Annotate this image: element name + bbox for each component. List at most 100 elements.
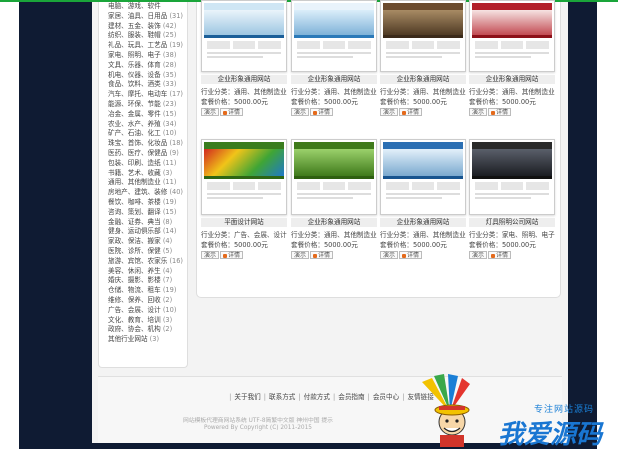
detail-button[interactable]: 详情 [488,108,512,116]
detail-button[interactable]: 详情 [220,251,244,259]
template-thumbnail[interactable] [291,0,377,72]
category-count: (2) [162,295,173,304]
category-label: 电脑、游戏、软件 [108,2,161,10]
category-item[interactable]: 旅游、宾馆、农家乐 (16) [108,257,183,267]
category-item[interactable]: 矿产、石油、化工 (10) [108,129,183,139]
template-price: 套餐价格：5000.00元 [469,98,536,106]
category-item[interactable]: 广告、会展、设计 (10) [108,306,183,316]
category-item[interactable]: 食品、饮料、酒类 (33) [108,80,183,90]
category-item[interactable]: 其他行业网站 (3) [108,335,183,345]
page-frame: 电脑、游戏、软件 家居、油具、日用品 (31) 建材、五金、装饰 (42) 纺织、服… [19,0,597,449]
template-industry: 行业分类：通用、其他制造业 [380,88,466,96]
category-item[interactable]: 医药、医疗、保健品 (9) [108,149,183,159]
category-item[interactable]: 政府、协会、机构 (2) [108,325,183,335]
footer-link[interactable]: 会员中心 [373,393,399,401]
footer-link[interactable]: 关于我们 [234,393,260,401]
category-count: (3) [162,168,173,177]
template-thumbnail[interactable] [380,139,466,215]
detail-button-label: 详情 [496,109,509,116]
category-item[interactable]: 包装、印刷、造纸 (11) [108,159,183,169]
footer-link[interactable]: 会员指南 [338,393,364,401]
detail-button[interactable]: 详情 [399,251,423,259]
detail-button[interactable]: 详情 [310,251,334,259]
category-item[interactable]: 家电、照明、电子 (38) [108,51,183,61]
category-count: (15) [162,109,177,118]
category-item[interactable]: 医院、诊所、保健 (5) [108,247,183,257]
detail-button-label: 详情 [228,109,241,116]
preview-button[interactable]: 演示 [380,251,399,259]
category-item[interactable]: 金融、证券、典当 (8) [108,218,183,228]
category-label: 健身、运动俱乐部 [108,227,161,236]
watermark-logo [422,374,470,447]
template-thumbnail[interactable] [201,139,287,215]
template-title[interactable]: 企业形象通用网站 [291,75,377,84]
preview-button[interactable]: 演示 [291,108,310,116]
template-title[interactable]: 灯具照明公司网站 [469,218,555,227]
category-item[interactable]: 通用、其他制造业 (11) [108,178,183,188]
category-item[interactable]: 家政、保洁、搬家 (4) [108,237,183,247]
template-thumbnail[interactable] [469,0,555,72]
thumbnail-image [383,142,463,212]
detail-button-label: 详情 [407,109,420,116]
footer-link[interactable]: 联系方式 [269,393,295,401]
category-item[interactable]: 美容、休闲、养生 (4) [108,267,183,277]
category-item[interactable]: 咨询、策划、翻译 (15) [108,208,183,218]
category-count: (38) [162,50,177,59]
footer-link[interactable]: 付款方式 [304,393,330,401]
template-industry: 行业分类：通用、其他制造业 [291,88,377,96]
category-item[interactable]: 文具、乐器、体育 (28) [108,61,183,71]
category-item[interactable]: 文化、教育、培训 (3) [108,316,183,326]
template-title[interactable]: 企业形象通用网站 [380,75,466,84]
preview-button[interactable]: 演示 [469,251,488,259]
category-item[interactable]: 电脑、游戏、软件 [108,2,183,12]
detail-button[interactable]: 详情 [220,108,244,116]
template-title[interactable]: 平面设计网站 [201,218,287,227]
template-card: 企业形象通用网站 行业分类：通用、其他制造业 套餐价格：5000.00元 演示 详情 [201,0,287,116]
template-thumbnail[interactable] [291,139,377,215]
template-thumbnail[interactable] [469,139,555,215]
preview-button[interactable]: 演示 [201,251,220,259]
template-title[interactable]: 企业形象通用网站 [380,218,466,227]
detail-button[interactable]: 详情 [488,251,512,259]
template-title[interactable]: 企业形象通用网站 [469,75,555,84]
category-count: (7) [162,276,173,285]
template-card: 平面设计网站 行业分类：广告、会展、设计 套餐价格：5000.00元 演示 详情 [201,139,287,259]
category-item[interactable]: 餐饮、咖啡、茶楼 (19) [108,198,183,208]
category-item[interactable]: 婚庆、摄影、影楼 (7) [108,276,183,286]
thumbnail-image [204,142,284,212]
category-label: 书籍、艺术、收藏 [108,168,161,177]
category-item[interactable]: 能源、环保、节能 (23) [108,100,183,110]
category-item[interactable]: 纺织、服装、鞋帽 (25) [108,31,183,41]
category-item[interactable]: 冶金、金属、零件 (15) [108,110,183,120]
category-label: 礼品、玩具、工艺品 [108,41,168,50]
category-label: 其他行业网站 [108,335,148,344]
category-item[interactable]: 农业、水产、养殖 (34) [108,120,183,130]
preview-button[interactable]: 演示 [469,108,488,116]
template-thumbnail[interactable] [380,0,466,72]
category-item[interactable]: 家居、油具、日用品 (31) [108,12,183,22]
preview-button[interactable]: 演示 [291,251,310,259]
template-actions: 演示 详情 [380,108,466,116]
detail-button[interactable]: 详情 [310,108,334,116]
category-item[interactable]: 维修、保养、回收 (2) [108,296,183,306]
template-title[interactable]: 企业形象通用网站 [291,218,377,227]
category-item[interactable]: 健身、运动俱乐部 (14) [108,227,183,237]
template-card: 企业形象通用网站 行业分类：通用、其他制造业 套餐价格：5000.00元 演示 详情 [291,139,377,259]
category-item[interactable]: 建材、五金、装饰 (42) [108,22,183,32]
category-label: 纺织、服装、鞋帽 [108,31,161,40]
category-item[interactable]: 书籍、艺术、收藏 (3) [108,169,183,179]
category-item[interactable]: 汽车、摩托、电动车 (17) [108,90,183,100]
category-item[interactable]: 礼品、玩具、工艺品 (19) [108,41,183,51]
category-label: 家政、保洁、搬家 [108,237,161,246]
footer-separator: | [298,393,301,401]
category-label: 农业、水产、养殖 [108,119,161,128]
template-title[interactable]: 企业形象通用网站 [201,75,287,84]
preview-button[interactable]: 演示 [201,108,220,116]
category-item[interactable]: 房地产、建筑、装修 (40) [108,188,183,198]
category-item[interactable]: 仓储、物流、租车 (19) [108,286,183,296]
detail-button[interactable]: 详情 [399,108,423,116]
preview-button[interactable]: 演示 [380,108,399,116]
category-item[interactable]: 珠宝、首饰、化妆品 (18) [108,139,183,149]
category-item[interactable]: 机电、仪器、设备 (35) [108,71,183,81]
template-thumbnail[interactable] [201,0,287,72]
